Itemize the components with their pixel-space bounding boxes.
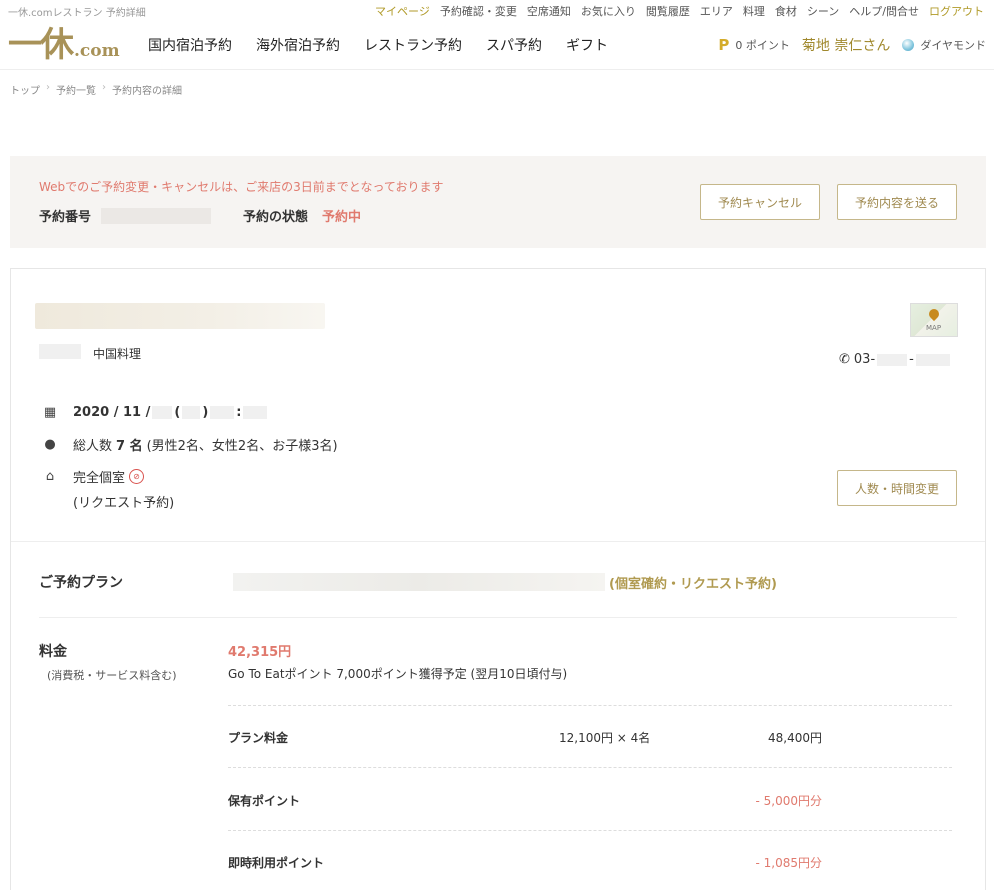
date-prefix: 2020 / 11 / (73, 405, 151, 420)
site-logo[interactable]: 一休 .com (8, 24, 120, 64)
link-mypage[interactable]: マイページ (375, 3, 430, 19)
points-balance[interactable]: 0 ポイント (735, 37, 790, 53)
nav-overseas-hotel[interactable]: 海外宿泊予約 (256, 35, 340, 55)
link-area[interactable]: エリア (700, 3, 733, 19)
breadcrumb: トップ › 予約一覧 › 予約内容の詳細 (10, 82, 182, 97)
reservation-summary: 予約番号 予約の状態 予約中 (39, 206, 361, 225)
phone-redacted (915, 353, 950, 366)
nav-gift[interactable]: ギフト (566, 35, 608, 55)
cuisine-type: 中国料理 (93, 347, 142, 361)
diamond-rank-icon (902, 39, 915, 51)
map-icon[interactable]: MAP (910, 303, 958, 337)
main-header: 一休 .com 国内宿泊予約 海外宿泊予約 レストラン予約 スパ予約 ギフト P… (0, 22, 994, 70)
time-redacted (210, 406, 235, 419)
points-icon: P (718, 36, 730, 54)
reservation-notice: Webでのご予約変更・キャンセルは、ご来店の3日前までとなっております 予約番号… (10, 156, 986, 248)
phone-prefix: 03- (853, 352, 876, 367)
user-area: P 0 ポイント 菊地 崇仁さん ダイヤモンド (718, 35, 986, 55)
price-row-label: プラン料金 (228, 731, 289, 745)
people-prefix: 総人数 (73, 439, 113, 454)
status-label: 予約の状態 (243, 210, 309, 225)
breadcrumb-top[interactable]: トップ (10, 82, 40, 97)
price-row-calc: 12,100円 × 4名 (559, 731, 651, 745)
member-rank[interactable]: ダイヤモンド (920, 37, 986, 53)
main-nav: 国内宿泊予約 海外宿泊予約 レストラン予約 スパ予約 ギフト (148, 35, 608, 55)
price-row-amount: - 5,000円分 (755, 794, 823, 808)
weekday-redacted (182, 406, 201, 419)
change-people-time-button[interactable]: 人数・時間変更 (837, 470, 957, 506)
breadcrumb-reservation-list[interactable]: 予約一覧 (56, 82, 96, 97)
reservation-number-label: 予約番号 (39, 210, 92, 225)
party-size: ● 総人数 7 名 (男性2名、女性2名、お子様3名) (41, 435, 338, 454)
goto-eat-points: Go To Eatポイント 7,000ポイント獲得予定 (翌月10日頃付与) (228, 667, 568, 681)
reservation-datetime: ▦ 2020 / 11 / ( ) : (41, 405, 269, 420)
person-icon: ● (44, 437, 56, 452)
cancel-reservation-button[interactable]: 予約キャンセル (700, 184, 820, 220)
price-row-amount: - 1,085円分 (755, 856, 823, 870)
site-name: 一休.comレストラン 予約詳細 (8, 8, 146, 19)
people-count: 7 名 (116, 439, 143, 454)
section-divider (11, 541, 985, 542)
breadcrumb-current: 予約内容の詳細 (112, 86, 182, 97)
link-ingredients[interactable]: 食材 (775, 3, 797, 19)
date-redacted (152, 406, 173, 419)
room-request-note: (リクエスト予約) (73, 496, 175, 511)
row-divider (228, 705, 952, 706)
phone-separator: - (909, 352, 914, 367)
phone-icon: ✆ (839, 352, 850, 367)
calendar-icon: ▦ (43, 405, 57, 420)
price-total: 42,315円 (228, 645, 292, 660)
change-deadline-message: Webでのご予約変更・キャンセルは、ご来店の3日前までとなっております (39, 180, 444, 194)
logo-suffix: .com (74, 41, 120, 61)
link-vacancy-notice[interactable]: 空席通知 (527, 3, 571, 19)
plan-type: (個室確約・リクエスト予約) (609, 577, 777, 592)
price-row-amount: 48,400円 (768, 731, 822, 745)
section-divider (39, 617, 957, 618)
map-label: MAP (926, 324, 942, 332)
price-row-label: 即時利用ポイント (228, 856, 325, 870)
link-history[interactable]: 閲覧履歴 (646, 3, 690, 19)
map-pin-icon (926, 306, 942, 322)
reservation-number-redacted (101, 207, 212, 224)
link-scene[interactable]: シーン (807, 3, 839, 19)
link-reservation-check[interactable]: 予約確認・変更 (440, 3, 517, 19)
chevron-right-icon: › (46, 82, 50, 93)
area-redacted (39, 344, 81, 359)
plan-label: ご予約プラン (39, 575, 123, 591)
price-row-label: 保有ポイント (228, 794, 301, 808)
phone-redacted (877, 353, 908, 366)
link-favorites[interactable]: お気に入り (581, 3, 636, 19)
room-type: 完全個室 (73, 471, 126, 486)
price-label: 料金 (39, 644, 67, 660)
price-tax-note: (消費税・サービス料含む) (47, 669, 177, 682)
date-paren-open: ( (174, 405, 181, 420)
people-detail: (男性2名、女性2名、お子様3名) (146, 439, 338, 454)
logo-main: 一休 (8, 25, 74, 65)
phone-number[interactable]: ✆ 03- - (839, 352, 950, 367)
user-name[interactable]: 菊地 崇仁さん (802, 35, 890, 55)
nav-spa[interactable]: スパ予約 (486, 35, 542, 55)
utility-bar: 一休.comレストラン 予約詳細 マイページ 予約確認・変更 空席通知 お気に入… (0, 0, 994, 22)
nav-restaurant[interactable]: レストラン予約 (364, 35, 462, 55)
time-redacted (243, 406, 268, 419)
date-paren-close: ) (202, 405, 209, 420)
send-reservation-button[interactable]: 予約内容を送る (837, 184, 957, 220)
status-badge: 予約中 (322, 210, 362, 225)
nav-domestic-hotel[interactable]: 国内宿泊予約 (148, 35, 232, 55)
reservation-card: 中国料理 MAP ✆ 03- - ▦ 2020 / 11 / ( ) : ● 総… (10, 268, 986, 890)
link-logout[interactable]: ログアウト (929, 3, 984, 19)
utility-links: マイページ 予約確認・変更 空席通知 お気に入り 閲覧履歴 エリア 料理 食材 … (375, 3, 984, 19)
sofa-icon: ⌂ (45, 469, 55, 484)
row-divider (228, 767, 952, 768)
seat-type: ⌂ 完全個室 ⊘ (41, 467, 145, 486)
row-divider (228, 830, 952, 831)
link-cuisine[interactable]: 料理 (743, 3, 765, 19)
time-colon: : (236, 405, 242, 420)
chevron-right-icon: › (102, 82, 106, 93)
restaurant-name-redacted (35, 303, 325, 329)
plan-name-redacted (233, 573, 605, 591)
link-help[interactable]: ヘルプ/問合せ (849, 3, 919, 19)
no-smoking-icon: ⊘ (129, 469, 145, 484)
